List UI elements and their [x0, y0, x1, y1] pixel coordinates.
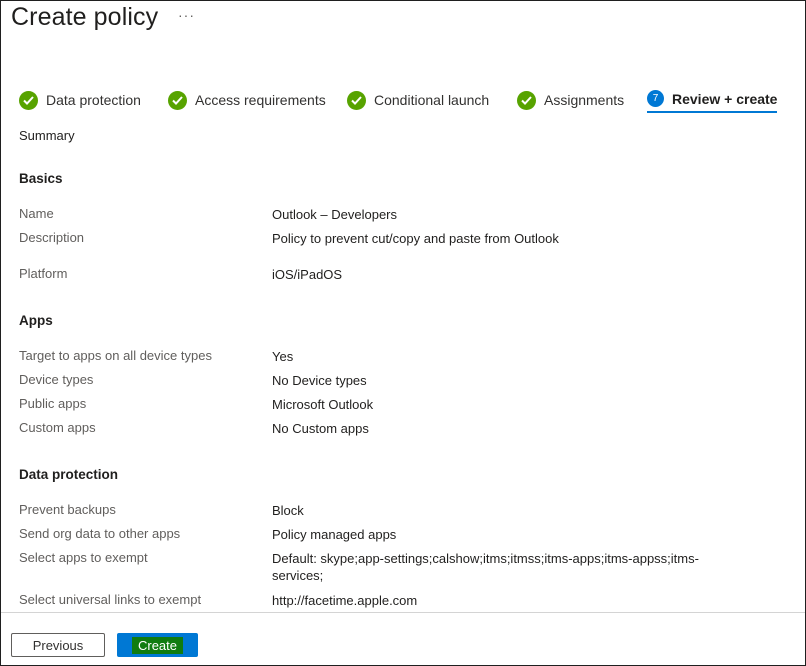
step-assignments[interactable]: Assignments	[517, 87, 624, 113]
field-label: Custom apps	[19, 420, 96, 435]
field-value: Policy managed apps	[272, 527, 397, 542]
step-data-protection[interactable]: Data protection	[19, 87, 141, 113]
section-basics: Basics	[19, 171, 63, 186]
field-label: Select apps to exempt	[19, 550, 148, 565]
checkmark-icon	[168, 90, 187, 110]
step-label: Review + create	[672, 90, 778, 107]
section-apps: Apps	[19, 313, 53, 328]
summary-heading: Summary	[19, 128, 75, 143]
footer-divider	[1, 612, 805, 613]
step-number-badge: 7	[647, 90, 664, 107]
field-value: http://facetime.apple.com	[272, 593, 418, 608]
field-label: Platform	[19, 266, 68, 281]
field-label: Send org data to other apps	[19, 526, 181, 541]
field-label: Prevent backups	[19, 502, 116, 517]
field-value: No Device types	[272, 373, 367, 388]
step-conditional-launch[interactable]: Conditional launch	[347, 87, 489, 113]
field-label: Device types	[19, 372, 94, 387]
step-label: Assignments	[544, 92, 625, 108]
more-options-icon[interactable]: ···	[178, 7, 195, 23]
checkmark-icon	[19, 90, 38, 110]
field-value: Microsoft Outlook	[272, 397, 374, 412]
field-value: Default: skype;app-settings;calshow;itms…	[272, 551, 699, 583]
field-value: No Custom apps	[272, 421, 369, 436]
field-label: Select universal links to exempt	[19, 592, 202, 607]
checkmark-icon	[517, 90, 536, 110]
step-access-requirements[interactable]: Access requirements	[168, 87, 326, 113]
create-button[interactable]: Create	[117, 633, 198, 657]
field-label: Description	[19, 230, 85, 245]
field-value: iOS/iPadOS	[272, 267, 343, 282]
step-label: Access requirements	[195, 92, 326, 108]
field-label: Name	[19, 206, 54, 221]
create-button-label: Create	[131, 636, 184, 654]
page-title: Create policy	[11, 3, 159, 31]
section-data-protection: Data protection	[19, 467, 119, 482]
field-value: Outlook – Developers	[272, 207, 398, 222]
field-value: Block	[272, 503, 304, 518]
checkmark-icon	[347, 90, 366, 110]
wizard-steps: Data protection Access requirements Cond…	[19, 87, 789, 115]
step-review-create[interactable]: 7 Review + create	[647, 87, 778, 113]
create-policy-window: Create policy ··· Data protection Access…	[0, 0, 806, 666]
field-label: Public apps	[19, 396, 87, 411]
previous-button[interactable]: Previous	[11, 633, 105, 657]
field-value: Yes	[272, 349, 294, 364]
field-value: Policy to prevent cut/copy and paste fro…	[272, 231, 559, 246]
step-label: Conditional launch	[374, 92, 490, 108]
step-label: Data protection	[46, 92, 141, 108]
field-label: Target to apps on all device types	[19, 348, 212, 363]
